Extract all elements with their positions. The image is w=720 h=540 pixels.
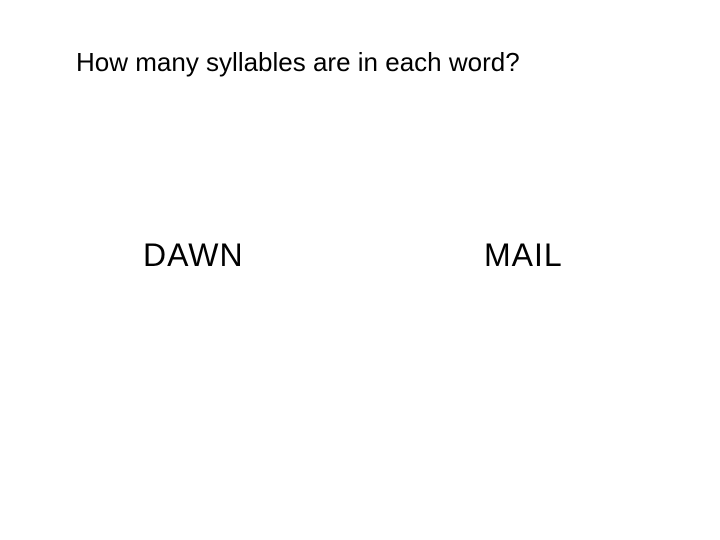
slide: How many syllables are in each word? DAW… [0,0,720,540]
slide-title: How many syllables are in each word? [76,47,520,77]
word-mail: MAIL [484,237,563,273]
word-dawn: DAWN [143,237,244,273]
